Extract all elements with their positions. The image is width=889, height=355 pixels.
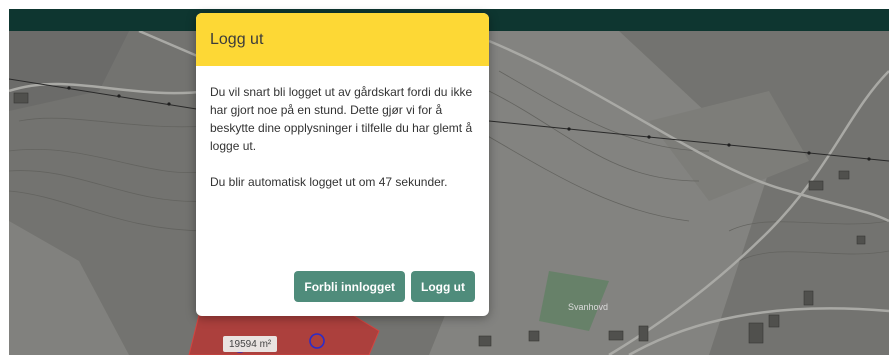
dialog-message: Du vil snart bli logget ut av gårdskart …: [210, 85, 473, 153]
stay-logged-in-button[interactable]: Forbli innlogget: [294, 271, 406, 302]
area-measurement-label: 19594 m²: [223, 336, 278, 352]
logout-button[interactable]: Logg ut: [411, 271, 475, 302]
dialog-title: Logg ut: [210, 30, 264, 48]
dialog-body: Du vil snart bli logget ut av gårdskart …: [196, 66, 489, 191]
dialog-header: Logg ut: [196, 13, 489, 66]
logout-warning-dialog: Logg ut Du vil snart bli logget ut av gå…: [196, 13, 489, 316]
dialog-actions: Forbli innlogget Logg ut: [294, 271, 475, 302]
dialog-countdown: Du blir automatisk logget ut om 47 sekun…: [210, 175, 448, 189]
